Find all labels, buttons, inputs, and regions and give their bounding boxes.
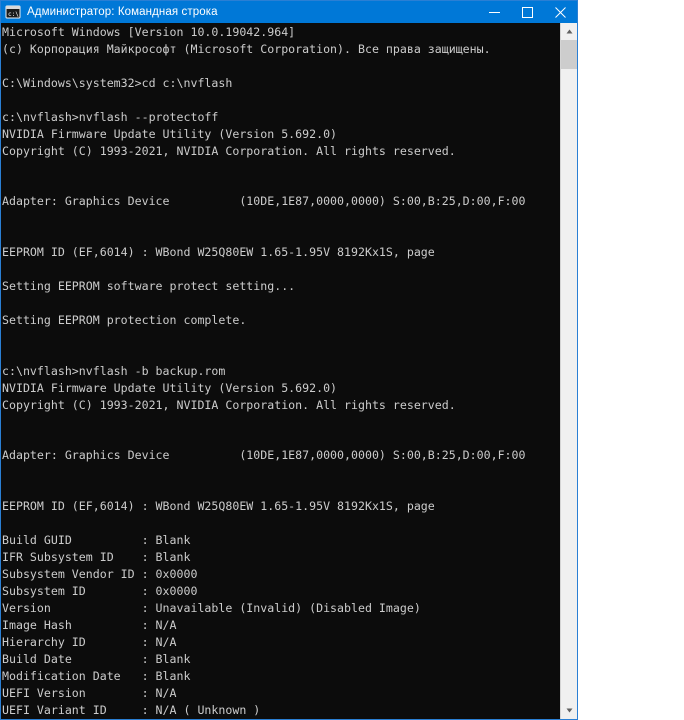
console-line: Copyright (C) 1993-2021, NVIDIA Corporat… <box>2 397 456 412</box>
console-line: UEFI Variant ID : N/A ( Unknown ) <box>2 702 261 717</box>
close-icon <box>555 6 566 18</box>
window-title: Администратор: Командная строка <box>27 6 218 18</box>
console-line: EEPROM ID (EF,6014) : WBond W25Q80EW 1.6… <box>2 499 435 514</box>
console-line: Version : Unavailable (Invalid) (Disable… <box>2 600 421 615</box>
console-line: C:\Windows\system32>cd c:\nvflash <box>2 75 233 90</box>
console-line: c:\nvflash>nvflash --protectoff <box>2 109 219 124</box>
console-line: c:\nvflash>nvflash -b backup.rom <box>2 363 226 378</box>
console-line: Setting EEPROM software protect setting.… <box>2 279 296 294</box>
console-text: Microsoft Windows [Version 10.0.19042.96… <box>2 24 559 719</box>
console-icon: c:\ <box>5 5 21 19</box>
console-line: Setting EEPROM protection complete. <box>2 312 247 327</box>
svg-text:c:\: c:\ <box>8 11 19 18</box>
scrollbar-down-button[interactable] <box>561 702 577 719</box>
console-line: Copyright (C) 1993-2021, NVIDIA Corporat… <box>2 143 456 158</box>
minimize-button[interactable] <box>478 1 511 23</box>
console-line: Subsystem Vendor ID : 0x0000 <box>2 567 198 581</box>
window-titlebar[interactable]: c:\ Администратор: Командная строка <box>1 1 577 23</box>
console-line: Build GUID : Blank <box>2 533 191 548</box>
close-button[interactable] <box>544 1 577 23</box>
maximize-icon <box>522 6 533 18</box>
console-line: Adapter: Graphics Device (10DE,1E87,0000… <box>2 194 526 209</box>
console-line: Image Hash : N/A <box>2 617 177 632</box>
console-line: Build Date : Blank <box>2 651 191 666</box>
console-line: NVIDIA Firmware Update Utility (Version … <box>2 126 338 141</box>
scrollbar-up-button[interactable] <box>561 23 577 40</box>
console-line: (c) Корпорация Майкрософт (Microsoft Cor… <box>2 41 491 56</box>
console-line: Hierarchy ID : N/A <box>2 634 177 649</box>
chevron-down-icon <box>566 708 572 713</box>
console-line: NVIDIA Firmware Update Utility (Version … <box>2 380 338 395</box>
scrollbar-thumb[interactable] <box>561 40 577 69</box>
window-controls <box>478 1 577 23</box>
console-line: Microsoft Windows [Version 10.0.19042.96… <box>2 25 296 39</box>
minimize-icon <box>489 11 500 13</box>
console-line: Subsystem ID : 0x0000 <box>2 583 198 598</box>
console-line: EEPROM ID (EF,6014) : WBond W25Q80EW 1.6… <box>2 245 435 260</box>
vertical-scrollbar[interactable] <box>560 23 577 719</box>
scrollbar-track[interactable] <box>561 69 577 702</box>
console-line: UEFI Version : N/A <box>2 685 177 700</box>
console-line: UEFI Signer(s) : Unsigned <box>2 718 559 719</box>
command-prompt-window: c:\ Администратор: Командная строка Micr <box>0 0 578 720</box>
console-line: Modification Date : Blank <box>2 668 191 683</box>
console-output-area[interactable]: Microsoft Windows [Version 10.0.19042.96… <box>1 23 577 719</box>
console-line: Adapter: Graphics Device (10DE,1E87,0000… <box>2 448 526 463</box>
maximize-button[interactable] <box>511 1 544 23</box>
chevron-up-icon <box>566 29 572 34</box>
desktop-background <box>578 0 684 720</box>
console-line: IFR Subsystem ID : Blank <box>2 550 191 565</box>
